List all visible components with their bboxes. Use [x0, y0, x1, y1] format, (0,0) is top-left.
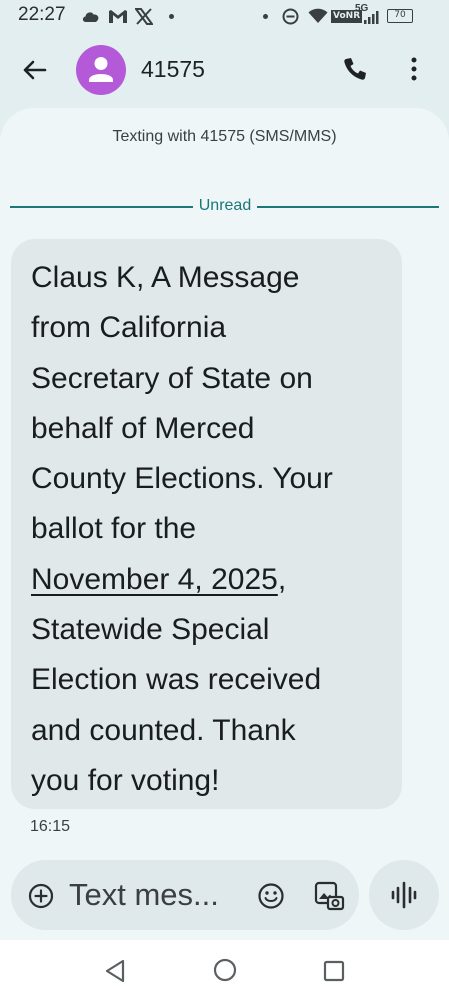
more-options-icon[interactable]: [404, 54, 424, 84]
unread-divider: Unread: [10, 197, 439, 217]
battery-icon: 70: [387, 9, 413, 23]
avatar[interactable]: [76, 45, 126, 95]
app-bar: 41575: [0, 32, 449, 108]
gallery-icon[interactable]: [313, 880, 345, 912]
voice-record-button[interactable]: [369, 860, 439, 930]
message-bubble[interactable]: Claus K, A Message from California Secre…: [11, 239, 402, 809]
divider-line: [257, 206, 439, 208]
dot-icon: [263, 14, 268, 19]
system-nav-bar: [0, 940, 449, 1000]
emoji-icon[interactable]: [257, 882, 285, 910]
message-line: behalf of Merced: [31, 411, 255, 445]
back-arrow-icon[interactable]: [18, 54, 50, 86]
waveform-icon: [391, 881, 417, 909]
message-line: Secretary of State on: [31, 361, 313, 395]
message-line: November 4, 2025,: [31, 555, 384, 605]
unread-label: Unread: [198, 197, 252, 214]
message-line: from California: [31, 311, 227, 345]
dnd-icon: [282, 8, 299, 25]
status-bar: 22:27 VoNR 5G 70: [0, 0, 449, 32]
signal-icon: [364, 11, 379, 24]
x-icon: [135, 8, 153, 25]
message-text: Claus K, A Message from California Secre…: [31, 253, 384, 806]
message-input[interactable]: [69, 874, 249, 916]
person-icon: [89, 57, 113, 82]
compose-bar: [11, 860, 359, 930]
contact-name[interactable]: 41575: [141, 56, 205, 83]
wifi-icon: [308, 8, 328, 23]
nav-back-icon[interactable]: [104, 959, 126, 983]
divider-line: [10, 206, 193, 208]
message-line: Claus K, A Message: [31, 261, 300, 294]
cloud-icon: [82, 12, 99, 22]
gmail-icon: [109, 10, 127, 23]
conversation-header: Texting with 41575 (SMS/MMS): [112, 128, 337, 145]
message-punctuation: ,: [277, 562, 287, 596]
message-line: Election was received: [31, 663, 322, 697]
conversation-panel[interactable]: Texting with 41575 (SMS/MMS) Unread Clau…: [0, 108, 449, 940]
nav-recents-icon[interactable]: [323, 960, 345, 982]
message-line: and counted. Thank: [31, 713, 296, 747]
status-time: 22:27: [18, 4, 66, 25]
phone-icon[interactable]: [340, 54, 370, 84]
date-link[interactable]: November 4, 2025: [31, 563, 278, 596]
message-line: you for voting!: [31, 763, 220, 797]
message-timestamp: 16:15: [30, 818, 71, 835]
dot-icon: [169, 14, 174, 19]
nav-home-icon[interactable]: [213, 958, 237, 982]
add-attachment-icon[interactable]: [28, 883, 54, 909]
message-line: County Elections. Your: [31, 462, 333, 496]
message-line: ballot for the: [31, 512, 197, 546]
message-line: Statewide Special: [31, 613, 270, 647]
